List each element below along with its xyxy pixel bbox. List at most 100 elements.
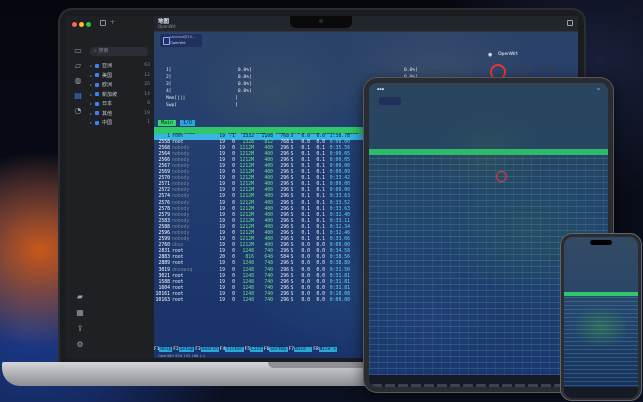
key-button[interactable] [476, 384, 486, 387]
region-count: 8 [147, 101, 150, 107]
key-button[interactable] [424, 384, 434, 387]
battery-icon: ▭ [596, 87, 600, 91]
ipad-location-marker [496, 171, 507, 182]
cell-shr: 296 [280, 298, 289, 304]
ipad-ssh-card[interactable] [379, 97, 401, 105]
region-count: 20 [144, 82, 150, 88]
fkey-number: F8 [313, 347, 319, 352]
region-item[interactable]: ▸ 中国 1 [90, 118, 150, 128]
ssh-session-card[interactable]: ssh/root@10... OpenWrt [160, 34, 202, 47]
region-icon [95, 63, 99, 68]
cell-pri: 19 [219, 298, 225, 304]
cell-pid: 10163 [155, 298, 170, 304]
nav-rail-bottom: ▰ ▦ ⇪ ⚙ [72, 292, 86, 355]
region-item[interactable]: ▸ 新加坡 14 [90, 90, 150, 100]
fkey-button[interactable]: Nice + [318, 347, 337, 352]
region-name: 其他 [102, 110, 113, 117]
fkey-button[interactable]: Nice - [293, 347, 313, 352]
region-icon [95, 120, 99, 125]
region-name: 中国 [102, 120, 113, 127]
mem-meter-line: Mem[||| ] [166, 96, 238, 101]
region-item[interactable]: ▸ 欧洲 20 [90, 80, 150, 90]
region-count: 1 [147, 120, 150, 126]
sftp-icon[interactable]: ▦ [74, 308, 86, 318]
function-key-bar: F1Help F2Setup F3Search F4Filter F5List F6Sor… [154, 347, 366, 353]
add-icon[interactable]: + [110, 20, 115, 26]
nav-rail: ▭ ▱ ◍ ▤ ◔ [70, 46, 86, 121]
server-icon[interactable]: ▤ [72, 91, 84, 101]
cpu-meter-line: 1[ 0.0%] [166, 68, 252, 73]
key-button[interactable] [411, 384, 421, 387]
key-button[interactable] [489, 384, 499, 387]
openwrt-icon: ◉ [488, 52, 493, 58]
cell-ni: 0 [232, 298, 235, 304]
history-icon[interactable]: ◔ [72, 106, 84, 116]
region-item[interactable]: ▸ 美国 12 [90, 71, 150, 81]
process-list: 1 root 19 -1 1332 1108 768 S 0.0 0.0 1:38.78 2558 ro… [154, 133, 366, 305]
key-button[interactable] [541, 384, 551, 387]
sidebar-toggle-icon[interactable] [100, 20, 106, 26]
status-line: OpenWrt SSH 192.168.1.1 [158, 354, 206, 358]
region-name: 新加坡 [102, 91, 118, 98]
search-placeholder: 搜索 [98, 48, 109, 54]
close-window-button[interactable] [72, 22, 77, 27]
key-button[interactable] [372, 384, 382, 387]
ssh-target: ssh/root@10... [170, 35, 196, 39]
globe-icon[interactable]: ◍ [72, 76, 84, 86]
monitor-icon[interactable]: ▭ [72, 46, 84, 56]
region-count: 63 [144, 63, 150, 69]
key-button[interactable] [437, 384, 447, 387]
fkey-button[interactable]: SortBy [269, 347, 288, 352]
key-button[interactable] [528, 384, 538, 387]
key-button[interactable] [463, 384, 473, 387]
key-button[interactable] [515, 384, 525, 387]
tab-main[interactable]: Main [158, 120, 177, 126]
folder-icon[interactable]: ▱ [72, 61, 84, 71]
cell-res: 740 [264, 298, 273, 304]
fkey-number: F3 [195, 347, 201, 352]
region-item[interactable]: ▸ 其他 19 [90, 109, 150, 119]
upload-icon[interactable]: ⇪ [74, 324, 86, 334]
window-subtitle: OpenWrt [158, 24, 176, 29]
fkey-button[interactable]: Search [200, 347, 219, 352]
macbook-thumb-notch [268, 362, 376, 368]
tab-io[interactable]: I/O [180, 120, 196, 126]
region-name: 日本 [102, 101, 113, 108]
camera-icon [319, 19, 323, 23]
key-button[interactable] [502, 384, 512, 387]
region-name: 亚洲 [102, 63, 113, 70]
minimize-window-button[interactable] [79, 22, 84, 27]
iphone-keyboard-bar [564, 387, 638, 398]
iphone-htop-rows [564, 296, 638, 386]
cell-virt: 1248 [242, 298, 254, 304]
zoom-window-button[interactable] [86, 22, 91, 27]
region-icon [95, 101, 99, 106]
region-count: 12 [144, 72, 150, 78]
region-icon [95, 82, 99, 87]
swap-meter-line: Swp[ ] [166, 103, 238, 108]
key-button[interactable] [398, 384, 408, 387]
cell-time: 0:00.00 [329, 298, 350, 304]
table-row[interactable]: 10163 root 19 0 1248 740 296 S 0.0 0.0 0:00.00 [154, 298, 366, 304]
car-icon[interactable]: ▰ [74, 292, 86, 302]
key-button[interactable] [450, 384, 460, 387]
region-item[interactable]: ▸ 亚洲 63 [90, 61, 150, 71]
share-icon[interactable] [567, 20, 573, 26]
region-name: 美国 [102, 72, 113, 79]
ipad-status-time: ▪▪▪ [377, 87, 385, 91]
cpu-meter-line: 3[ 0.0%] [166, 82, 252, 87]
fkey-button[interactable]: Help [159, 347, 173, 352]
region-icon [95, 111, 99, 116]
key-button[interactable] [385, 384, 395, 387]
server-sidebar: + ▭ ▱ ◍ ▤ ◔ ▰ ▦ ⇪ ⚙ ⌕ 搜索 ▸ 亚洲 63 ▸ 美国 12 ▸ 欧洲… [66, 16, 155, 358]
cell-cpu: 0.0 [301, 298, 310, 304]
cell-mem: 0.0 [316, 298, 325, 304]
region-item[interactable]: ▸ 日本 8 [90, 99, 150, 109]
host-label: OpenWrt [498, 52, 518, 57]
region-list: ▸ 亚洲 63 ▸ 美国 12 ▸ 欧洲 20 ▸ 新加坡 14 ▸ 日本 8 ▸ 其他 19 ▸ 中国 1 [90, 61, 150, 128]
search-input[interactable]: ⌕ 搜索 [90, 47, 148, 56]
fkey-button[interactable]: Filter [225, 347, 244, 352]
fkey-button[interactable]: Setup [178, 347, 195, 352]
fkey-button[interactable]: List [250, 347, 263, 352]
settings-icon[interactable]: ⚙ [74, 340, 86, 350]
